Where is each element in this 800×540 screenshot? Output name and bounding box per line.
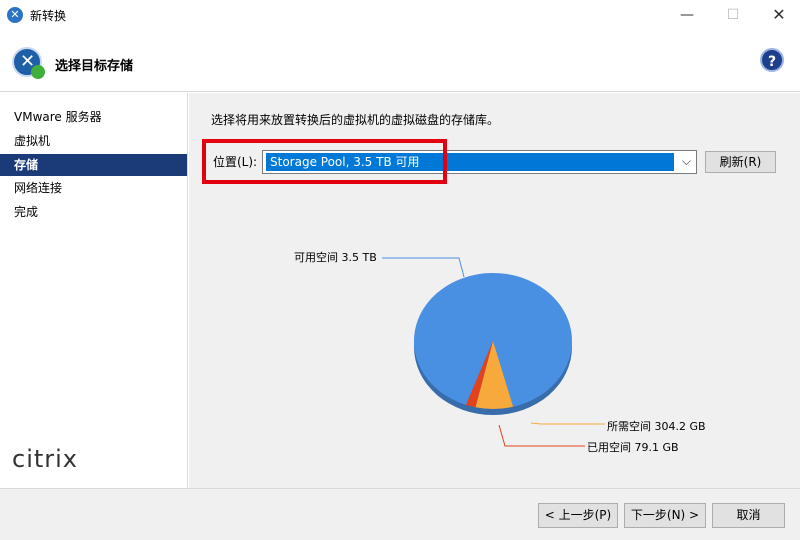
leader-line-1	[530, 422, 605, 425]
back-button[interactable]: < 上一步(P)	[538, 503, 618, 528]
sidebar-item-vmware-server[interactable]: VMware 服务器	[0, 106, 187, 128]
slice-label-可用空间: 可用空间 3.5 TB	[294, 250, 377, 264]
page-title: 选择目标存储	[55, 59, 134, 74]
wizard-footer: < 上一步(P) 下一步(N) > 取消	[0, 488, 800, 540]
window-title: 新转换	[30, 9, 67, 23]
leader-line-0	[382, 257, 465, 278]
help-icon[interactable]: ?	[760, 48, 784, 72]
close-button[interactable]: ✕	[764, 4, 794, 26]
sidebar-item-network[interactable]: 网络连接	[0, 177, 187, 199]
minimize-button[interactable]: —	[672, 4, 702, 26]
leader-line-2	[498, 424, 585, 447]
wizard-header: ✕ 选择目标存储 ?	[0, 30, 800, 92]
sidebar-item-vm[interactable]: 虚拟机	[0, 130, 187, 152]
cancel-button[interactable]: 取消	[712, 503, 785, 528]
title-bar: ✕ 新转换 — ☐ ✕	[0, 0, 800, 30]
wizard-steps-sidebar: VMware 服务器 虚拟机 存储 网络连接 完成 citrix	[0, 93, 188, 488]
maximize-button[interactable]: ☐	[718, 4, 748, 26]
sidebar-item-storage[interactable]: 存储	[0, 154, 187, 176]
app-icon: ✕	[7, 7, 23, 23]
storage-pie-chart: 可用空间 3.5 TB 所需空间 304.2 GB 已用空间 79.1 GB	[294, 250, 706, 454]
slice-label-所需空间: 所需空间 304.2 GB	[607, 419, 706, 433]
slice-label-已用空间: 已用空间 79.1 GB	[587, 440, 679, 454]
next-button[interactable]: 下一步(N) >	[624, 503, 706, 528]
citrix-logo: citrix	[12, 445, 79, 473]
conversion-logo-icon: ✕	[12, 47, 45, 79]
sidebar-item-finish[interactable]: 完成	[0, 201, 187, 223]
